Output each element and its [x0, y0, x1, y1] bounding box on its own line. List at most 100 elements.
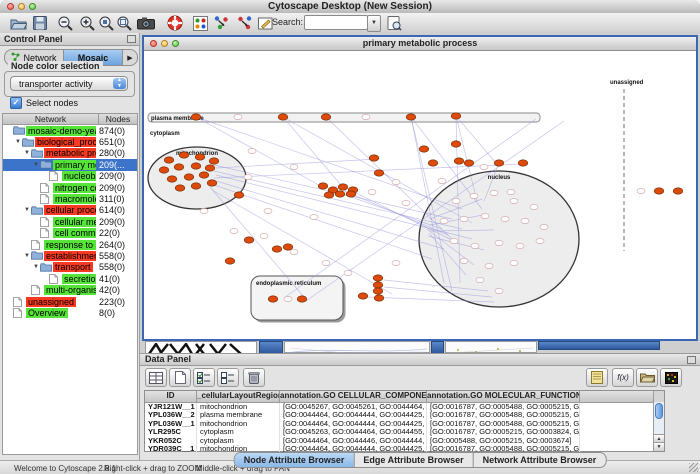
graph-node-selected[interactable] — [324, 192, 334, 198]
graph-node-selected[interactable] — [179, 152, 189, 158]
layout-icon-2[interactable] — [235, 14, 255, 32]
graph-node-selected[interactable] — [318, 183, 328, 189]
tree-column-nodes[interactable]: Nodes — [99, 113, 138, 125]
graph-node-unselected[interactable] — [470, 193, 478, 198]
tab-edge-attribute-browser[interactable]: Edge Attribute Browser — [354, 453, 473, 467]
graph-node-unselected[interactable] — [438, 178, 446, 183]
graph-node-selected[interactable] — [374, 295, 384, 301]
network-window-titlebar[interactable]: primary metabolic process — [144, 37, 696, 51]
new-attribute-icon[interactable] — [169, 368, 191, 387]
graph-node-unselected[interactable] — [392, 260, 400, 265]
graph-node-unselected[interactable] — [290, 164, 298, 169]
graph-node-unselected[interactable] — [230, 228, 238, 233]
graph-node-unselected[interactable] — [440, 218, 448, 223]
graph-node-selected[interactable] — [283, 244, 293, 250]
tree-row[interactable]: cell communicat22(0) — [3, 228, 137, 239]
graph-node-selected[interactable] — [464, 160, 474, 166]
select-attributes-icon[interactable] — [193, 368, 215, 387]
network-minimize-traffic-light[interactable] — [161, 40, 168, 47]
graph-node-unselected[interactable] — [284, 296, 292, 301]
network-zoom-traffic-light[interactable] — [172, 40, 179, 47]
graph-node-selected[interactable] — [207, 180, 217, 186]
dropdown-stepper-icon[interactable]: ▲▼ — [113, 78, 126, 89]
search-dropdown-arrow-icon[interactable]: ▼ — [367, 15, 381, 32]
graph-node-selected[interactable] — [297, 296, 307, 302]
zoom-out-icon[interactable] — [55, 14, 75, 32]
function-builder-icon[interactable]: f(x) — [612, 368, 634, 387]
graph-node-selected[interactable] — [335, 191, 345, 197]
graph-node-unselected[interactable] — [516, 243, 524, 248]
graph-node-selected[interactable] — [174, 164, 184, 170]
background-window-sliver[interactable] — [445, 341, 537, 353]
expand-arrow-icon[interactable]: ▼ — [32, 162, 40, 168]
graph-node-selected[interactable] — [373, 282, 383, 288]
graph-node-unselected[interactable] — [485, 263, 493, 268]
tree-row[interactable]: nucleobase-c209(0) — [3, 171, 137, 182]
graph-node-selected[interactable] — [419, 146, 429, 152]
camera-icon[interactable] — [136, 14, 156, 32]
graph-node-selected[interactable] — [191, 163, 201, 169]
graph-node-selected[interactable] — [167, 176, 177, 182]
table-row[interactable]: YKR052Ccytoplasm[GO:0044464, GO:0044446,… — [145, 437, 664, 445]
search-input-field[interactable] — [305, 20, 367, 33]
matrix-icon[interactable] — [660, 368, 682, 387]
graph-node-selected[interactable] — [191, 183, 201, 189]
graph-node-unselected[interactable] — [536, 238, 544, 243]
select-nodes-checkbox[interactable]: ✓ — [10, 97, 22, 109]
tree-row[interactable]: unassigned223(0) — [3, 296, 137, 307]
tree-row[interactable]: nitrogen compo209(0) — [3, 182, 137, 193]
node-color-dropdown[interactable]: transporter activity ▲▼ — [10, 76, 128, 91]
graph-node-unselected[interactable] — [460, 216, 468, 221]
graph-node-selected[interactable] — [191, 114, 201, 120]
zoom-selected-icon[interactable] — [96, 14, 116, 32]
graph-node-unselected[interactable] — [495, 240, 503, 245]
graph-node-selected[interactable] — [454, 158, 464, 164]
graph-node-unselected[interactable] — [637, 188, 645, 193]
graph-node-unselected[interactable] — [480, 164, 488, 169]
background-window-sliver[interactable] — [284, 341, 430, 353]
tree-row[interactable]: ▼metabolic process280(0) — [3, 148, 137, 159]
graph-node-unselected[interactable] — [452, 198, 460, 203]
graph-node-unselected[interactable] — [392, 179, 400, 184]
tree-row[interactable]: ▼transport558(0) — [3, 262, 137, 273]
network-canvas[interactable]: plasma membranecytoplasmmitochondrionnuc… — [144, 51, 696, 339]
graph-node-selected[interactable] — [175, 185, 185, 191]
graph-node-selected[interactable] — [272, 246, 282, 252]
table-row[interactable]: YLR295Ccytoplasm[GO:0045263, GO:0044464,… — [145, 428, 664, 436]
tree-row[interactable]: mosaic-demo-yeast874(0) — [3, 125, 137, 136]
table-column-header[interactable]: _cellularLayoutRegion — [197, 391, 280, 402]
graph-node-selected[interactable] — [451, 113, 461, 119]
scroll-down-icon[interactable]: ▼ — [654, 442, 664, 451]
graph-node-selected[interactable] — [654, 188, 664, 194]
graph-node-selected[interactable] — [234, 192, 244, 198]
minimize-traffic-light[interactable] — [18, 3, 25, 10]
graph-node-unselected[interactable] — [402, 200, 410, 205]
graph-node-unselected[interactable] — [510, 198, 518, 203]
graph-node-unselected[interactable] — [200, 208, 208, 213]
graph-node-unselected[interactable] — [476, 277, 484, 282]
graph-node-selected[interactable] — [373, 275, 383, 281]
graph-node-unselected[interactable] — [521, 218, 529, 223]
open-icon[interactable] — [8, 14, 28, 32]
help-ring-icon[interactable] — [165, 14, 185, 32]
vizmapper-icon[interactable] — [190, 14, 210, 32]
background-window-sliver[interactable] — [538, 341, 660, 350]
graph-node-selected[interactable] — [369, 155, 379, 161]
graph-node-selected[interactable] — [373, 288, 383, 294]
table-row[interactable]: YJR121W__1mitochondrion[GO:0045267, GO:0… — [145, 403, 664, 411]
graph-node-unselected[interactable] — [264, 208, 272, 213]
graph-node-unselected[interactable] — [471, 243, 479, 248]
search-options-icon[interactable] — [384, 14, 404, 32]
tree-column-network[interactable]: Network — [2, 113, 99, 125]
graph-node-selected[interactable] — [184, 174, 194, 180]
graph-node-selected[interactable] — [338, 184, 348, 190]
import-attributes-icon[interactable] — [636, 368, 658, 387]
graph-node-unselected[interactable] — [501, 216, 509, 221]
graph-node-unselected[interactable] — [310, 214, 318, 219]
graph-node-unselected[interactable] — [344, 270, 352, 275]
search-input[interactable] — [304, 15, 368, 30]
graph-node-selected[interactable] — [164, 157, 174, 163]
network-window[interactable]: primary metabolic process plasma membran… — [142, 35, 698, 341]
tree-row[interactable]: cellular metabo209(0) — [3, 216, 137, 227]
graph-node-unselected[interactable] — [495, 288, 503, 293]
